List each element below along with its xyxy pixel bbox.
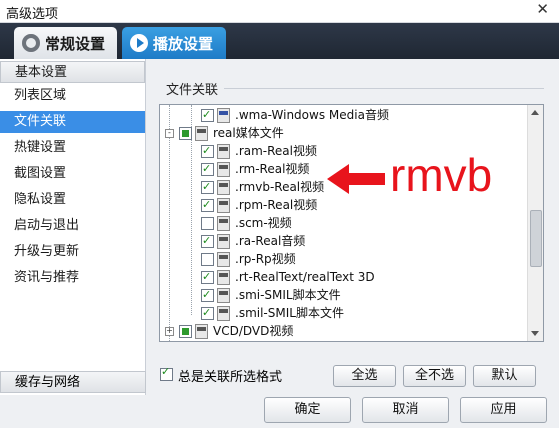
close-icon[interactable]: ✕ <box>536 0 549 18</box>
tree-item-label: real媒体文件 <box>213 126 284 140</box>
vertical-scrollbar[interactable] <box>527 105 543 341</box>
tree-item-label: .smi-SMIL脚本文件 <box>235 288 341 302</box>
tree-item-label: VCD/DVD视频 <box>213 324 294 338</box>
window-title: 高级选项 <box>6 7 59 22</box>
sidebar-item-screenshot[interactable]: 截图设置 <box>0 163 145 185</box>
play-icon <box>130 34 148 52</box>
real-file-icon <box>217 288 230 303</box>
content-panel: 文件关联 .wma-Windows Media音频 - real媒体文件 .ra… <box>146 59 559 395</box>
wmv-file-icon <box>217 108 230 123</box>
checkbox[interactable] <box>201 232 214 250</box>
ok-button[interactable]: 确定 <box>264 397 351 423</box>
expand-icon[interactable]: + <box>165 327 174 336</box>
tree-item[interactable]: + VCD/DVD视频 <box>160 322 520 340</box>
select-all-button[interactable]: 全选 <box>333 365 396 387</box>
checkbox[interactable] <box>201 178 214 196</box>
collapse-icon[interactable]: - <box>165 129 174 138</box>
checkbox[interactable] <box>201 268 214 286</box>
checkbox[interactable] <box>201 142 214 160</box>
tree-item-label: .smil-SMIL脚本文件 <box>235 306 344 320</box>
scroll-down-icon[interactable] <box>531 331 539 336</box>
annotation-text: rmvb <box>390 149 493 201</box>
tree-item[interactable]: .rp-Rp视频 <box>160 250 520 268</box>
select-none-button[interactable]: 全不选 <box>403 365 466 387</box>
default-button[interactable]: 默认 <box>473 365 536 387</box>
real-file-icon <box>217 180 230 195</box>
checkbox[interactable] <box>201 196 214 214</box>
tab-playback-settings[interactable]: 播放设置 <box>122 27 226 59</box>
sidebar-item-news[interactable]: 资讯与推荐 <box>0 267 145 289</box>
checkbox[interactable] <box>201 286 214 304</box>
tree-item-label: .rp-Rp视频 <box>235 252 296 266</box>
real-file-icon <box>217 306 230 321</box>
scroll-thumb[interactable] <box>530 210 542 267</box>
cancel-button[interactable]: 取消 <box>362 397 449 423</box>
tree-item[interactable]: .scm-视频 <box>160 214 520 232</box>
tree-item-label: .ram-Real视频 <box>235 144 317 158</box>
real-file-icon <box>217 162 230 177</box>
sidebar-item-privacy[interactable]: 隐私设置 <box>0 189 145 211</box>
tree-item[interactable]: .smi-SMIL脚本文件 <box>160 286 520 304</box>
checkbox[interactable] <box>201 106 214 124</box>
sidebar-item-cache-network[interactable]: 缓存与网络 <box>0 371 146 393</box>
sidebar-item-startup-exit[interactable]: 启动与退出 <box>0 215 145 237</box>
checkbox[interactable] <box>201 160 214 178</box>
tab-bar: 常规设置 播放设置 <box>0 23 559 59</box>
file-association-tree[interactable]: .wma-Windows Media音频 - real媒体文件 .ram-Rea… <box>159 104 544 342</box>
tree-item-label: .rm-Real视频 <box>235 162 310 176</box>
real-file-icon <box>217 216 230 231</box>
sidebar: 基本设置 列表区域 文件关联 热键设置 截图设置 隐私设置 启动与退出 升级与更… <box>0 59 146 395</box>
tree-item[interactable]: .wma-Windows Media音频 <box>160 106 520 124</box>
sidebar-item-hotkeys[interactable]: 热键设置 <box>0 137 145 159</box>
tree-item-label: .wma-Windows Media音频 <box>235 108 389 122</box>
tree-item[interactable]: .smil-SMIL脚本文件 <box>160 304 520 322</box>
tree-item[interactable]: - real媒体文件 <box>160 124 520 142</box>
group-divider <box>224 88 544 89</box>
tree-item[interactable]: .rt-RealText/realText 3D <box>160 268 520 286</box>
sidebar-item-list-area[interactable]: 列表区域 <box>0 85 145 107</box>
gear-icon <box>22 34 40 52</box>
always-associate-checkbox[interactable] <box>160 365 173 381</box>
tree-item-label: .ra-Real音频 <box>235 234 306 248</box>
real-file-icon <box>217 270 230 285</box>
group-title: 文件关联 <box>166 83 219 98</box>
apply-button[interactable]: 应用 <box>460 397 547 423</box>
real-file-icon <box>217 252 230 267</box>
tree-item-label: .rt-RealText/realText 3D <box>235 270 375 284</box>
checkbox[interactable] <box>201 253 214 266</box>
checkbox[interactable] <box>201 217 214 230</box>
dialog-footer: 确定 取消 应用 <box>0 395 559 428</box>
real-file-icon <box>195 126 208 141</box>
tab-label: 常规设置 <box>45 34 106 53</box>
sidebar-header-basic[interactable]: 基本设置 <box>0 61 145 83</box>
tree-item-label: .rpm-Real视频 <box>235 198 318 212</box>
sidebar-item-update[interactable]: 升级与更新 <box>0 241 145 263</box>
dvd-file-icon <box>195 324 208 339</box>
checkbox[interactable] <box>179 127 192 140</box>
sidebar-item-file-association[interactable]: 文件关联 <box>0 111 145 133</box>
real-file-icon <box>217 144 230 159</box>
tab-general-settings[interactable]: 常规设置 <box>14 27 117 59</box>
real-file-icon <box>217 198 230 213</box>
always-associate-label: 总是关联所选格式 <box>178 370 283 385</box>
red-arrow-icon <box>327 164 385 194</box>
scroll-up-icon[interactable] <box>531 110 539 115</box>
tree-item[interactable]: .ra-Real音频 <box>160 232 520 250</box>
checkbox[interactable] <box>201 304 214 322</box>
tab-label: 播放设置 <box>153 34 214 53</box>
real-file-icon <box>217 234 230 249</box>
title-bar: 高级选项 ✕ <box>0 0 559 23</box>
checkbox[interactable] <box>179 325 192 338</box>
tree-item-label: .scm-视频 <box>235 216 292 230</box>
tree-item-label: .rmvb-Real视频 <box>235 180 325 194</box>
